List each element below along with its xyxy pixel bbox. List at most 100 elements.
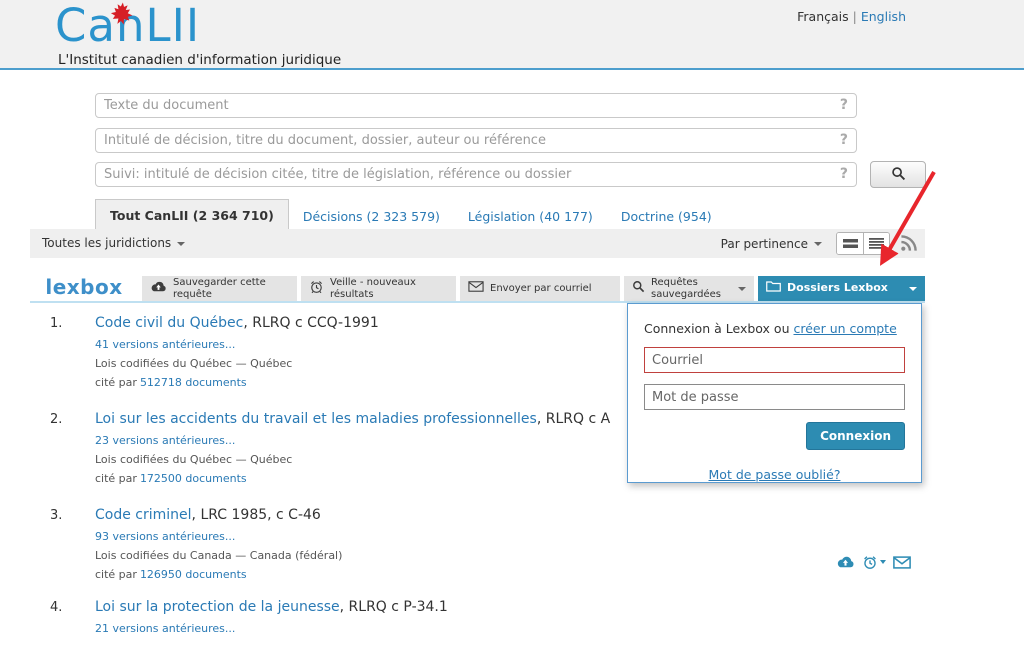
magnifier-icon	[632, 280, 645, 297]
login-submit-button[interactable]: Connexion	[806, 422, 905, 450]
forgot-password-link[interactable]: Mot de passe oublié?	[709, 467, 841, 482]
maple-leaf-icon	[109, 1, 135, 30]
result-title-line: Code criminel, LRC 1985, c C-46	[95, 506, 920, 525]
search-row-text: ?	[95, 93, 857, 118]
title-citation-input[interactable]	[95, 128, 857, 153]
email-field[interactable]	[644, 347, 905, 373]
forgot-password-row: Mot de passe oublié?	[644, 464, 905, 483]
result-source: Lois codifiées du Canada — Canada (fédér…	[95, 549, 920, 562]
email-result-icon[interactable]	[893, 556, 911, 569]
result-row-4: 4. Loi sur la protection de la jeunesse,…	[50, 598, 920, 635]
caret-down-icon	[177, 242, 185, 246]
result-number: 2.	[50, 410, 95, 485]
magnifier-icon	[891, 166, 906, 184]
lexbox-logo[interactable]: lexbox	[30, 276, 138, 301]
sort-dropdown[interactable]: Par pertinence	[721, 237, 822, 251]
saved-queries-button[interactable]: Requêtes sauvegardées	[624, 276, 754, 301]
result-hover-actions	[836, 554, 911, 570]
result-versions-link[interactable]: 93 versions antérieures...	[95, 530, 920, 543]
search-button[interactable]	[870, 161, 926, 188]
login-title: Connexion à Lexbox ou créer un compte	[644, 321, 905, 336]
cited-prefix: cité par	[95, 568, 137, 581]
result-citation: , RLRQ c A	[537, 411, 610, 427]
result-citation: , RLRQ c CCQ-1991	[243, 315, 378, 331]
result-number: 1.	[50, 314, 95, 389]
cited-documents-link[interactable]: 126950 documents	[140, 568, 247, 581]
help-icon[interactable]: ?	[840, 97, 848, 113]
site-header: CanLII L'Institut canadien d'information…	[0, 0, 1024, 70]
caret-down-icon	[738, 287, 746, 291]
lexbox-toolbar: lexbox Sauvegarder cette requête Veille …	[30, 276, 925, 303]
search-row-cited: ?	[95, 162, 857, 187]
detailed-view-button[interactable]	[863, 233, 889, 254]
result-tabs: Tout CanLII (2 364 710) Décisions (2 323…	[95, 199, 726, 232]
site-tagline: L'Institut canadien d'information juridi…	[58, 52, 341, 68]
cited-documents-link[interactable]: 172500 documents	[140, 472, 247, 485]
result-row-3: 3. Code criminel, LRC 1985, c C-46 93 ve…	[50, 506, 920, 581]
envelope-icon	[468, 281, 484, 296]
folder-icon	[766, 281, 781, 296]
tab-decisions[interactable]: Décisions (2 323 579)	[289, 201, 454, 232]
save-query-label: Sauvegarder cette requête	[173, 277, 289, 300]
password-field[interactable]	[644, 384, 905, 410]
caret-down-icon	[880, 560, 886, 564]
saved-queries-label: Requêtes sauvegardées	[651, 277, 732, 300]
help-icon[interactable]: ?	[840, 132, 848, 148]
language-link-english[interactable]: English	[861, 9, 906, 24]
canlii-search-page: CanLII L'Institut canadien d'information…	[0, 0, 1024, 657]
caret-down-icon	[909, 287, 917, 291]
sort-label: Par pertinence	[721, 237, 808, 251]
result-versions-link[interactable]: 21 versions antérieures...	[95, 622, 920, 635]
search-row-title: ?	[95, 128, 857, 153]
language-switcher: Français | English	[797, 9, 906, 24]
send-email-label: Envoyer par courriel	[490, 283, 612, 295]
document-text-input[interactable]	[95, 93, 857, 118]
language-current: Français	[797, 9, 849, 24]
rss-feed-icon[interactable]	[900, 235, 917, 252]
send-email-button[interactable]: Envoyer par courriel	[460, 276, 620, 301]
watch-results-label: Veille - nouveaux résultats	[330, 277, 448, 300]
lexbox-login-popup: Connexion à Lexbox ou créer un compte Con…	[627, 303, 922, 483]
result-body: Code criminel, LRC 1985, c C-46 93 versi…	[95, 506, 920, 581]
tab-tout-canlii[interactable]: Tout CanLII (2 364 710)	[95, 199, 289, 232]
language-separator: |	[853, 9, 857, 24]
jurisdiction-label: Toutes les juridictions	[42, 236, 171, 250]
save-to-lexbox-icon[interactable]	[836, 556, 855, 569]
create-account-link[interactable]: créer un compte	[794, 321, 897, 336]
result-citation: , LRC 1985, c C-46	[192, 507, 321, 523]
jurisdiction-dropdown[interactable]: Toutes les juridictions	[42, 236, 185, 250]
save-query-button[interactable]: Sauvegarder cette requête	[142, 276, 297, 301]
result-citation: , RLRQ c P-34.1	[340, 599, 448, 615]
caret-down-icon	[814, 242, 822, 246]
result-cited-line: cité par126950 documents	[95, 568, 920, 581]
detailed-list-icon	[869, 238, 884, 249]
result-title-line: Loi sur la protection de la jeunesse, RL…	[95, 598, 920, 617]
result-number: 3.	[50, 506, 95, 581]
cloud-upload-icon	[150, 281, 167, 297]
cited-documents-link[interactable]: 512718 documents	[140, 376, 247, 389]
result-title-link[interactable]: Code civil du Québec	[95, 315, 243, 331]
lexbox-folders-label: Dossiers Lexbox	[787, 282, 903, 295]
login-title-text: Connexion à Lexbox ou	[644, 321, 790, 336]
view-toggle-group	[836, 232, 890, 255]
result-title-link[interactable]: Loi sur la protection de la jeunesse	[95, 599, 340, 615]
tab-legislation[interactable]: Législation (40 177)	[454, 201, 607, 232]
compact-view-button[interactable]	[837, 233, 863, 254]
cited-prefix: cité par	[95, 472, 137, 485]
tab-doctrine[interactable]: Doctrine (954)	[607, 201, 726, 232]
login-button-row: Connexion	[644, 422, 905, 450]
watch-alert-icon[interactable]	[862, 554, 886, 570]
result-number: 4.	[50, 598, 95, 635]
result-title-link[interactable]: Loi sur les accidents du travail et les …	[95, 411, 537, 427]
cited-prefix: cité par	[95, 376, 137, 389]
filter-bar-right: Par pertinence	[721, 229, 917, 258]
watch-results-button[interactable]: Veille - nouveaux résultats	[301, 276, 456, 301]
filter-bar: Toutes les juridictions Par pertinence	[30, 229, 925, 258]
cited-reference-input[interactable]	[95, 162, 857, 187]
result-title-link[interactable]: Code criminel	[95, 507, 192, 523]
result-body: Loi sur la protection de la jeunesse, RL…	[95, 598, 920, 635]
lexbox-folders-button[interactable]: Dossiers Lexbox	[758, 276, 925, 301]
compact-list-icon	[843, 238, 858, 249]
alarm-clock-icon	[309, 279, 324, 298]
help-icon[interactable]: ?	[840, 166, 848, 182]
